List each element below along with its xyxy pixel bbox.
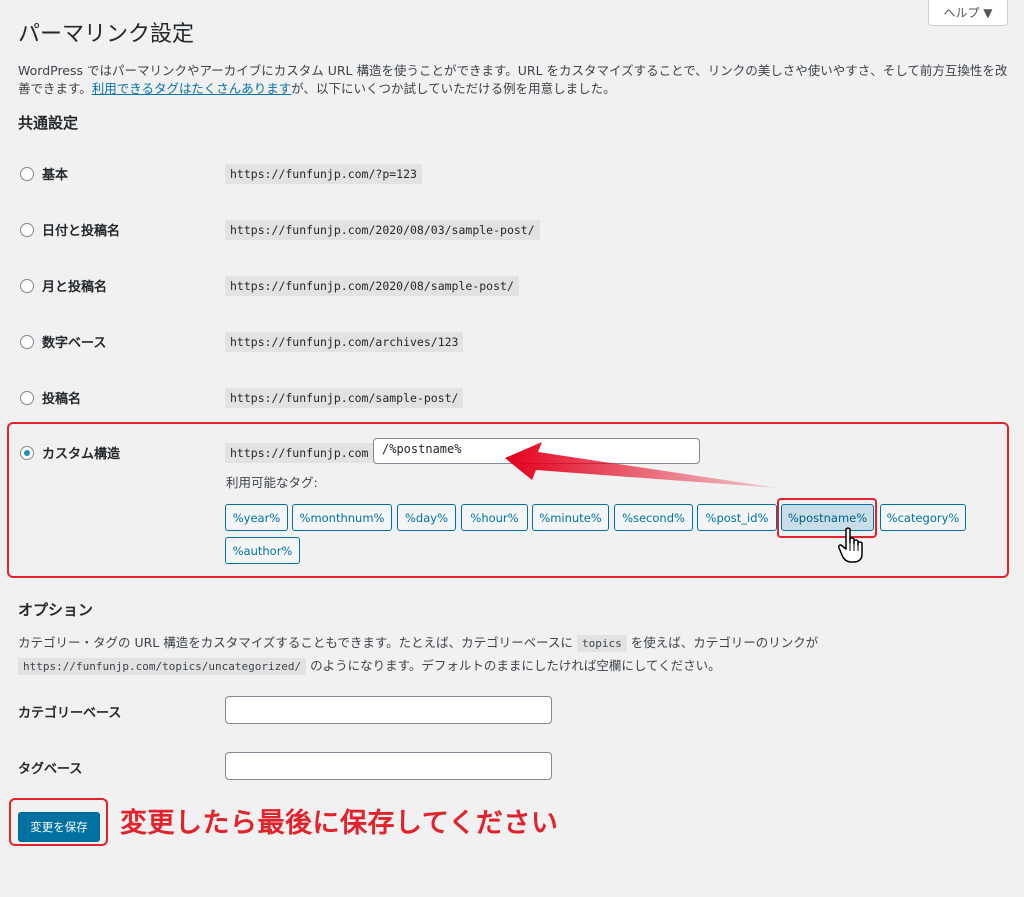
- radio-option-month-name[interactable]: 月と投稿名: [20, 276, 107, 295]
- page-title: パーマリンク設定: [18, 22, 195, 47]
- radio-label: カスタム構造: [42, 447, 121, 462]
- tag-button-category[interactable]: %category%: [880, 504, 966, 531]
- save-reminder-annotation: 変更したら最後に保存してください: [120, 808, 559, 839]
- hand-cursor-icon: [838, 527, 863, 563]
- permalink-example: https://funfunjp.com/sample-post/: [225, 388, 464, 408]
- radio-label: 数字ベース: [42, 336, 107, 351]
- radio-option-numeric[interactable]: 数字ベース: [20, 332, 106, 351]
- radio-button[interactable]: [20, 278, 34, 293]
- red-arrow-annotation: [505, 442, 778, 488]
- inline-code: https://funfunjp.com/topics/uncategorize…: [18, 658, 307, 675]
- help-button-label: ヘルプ ▼: [943, 6, 993, 20]
- save-changes-button[interactable]: 変更を保存: [18, 812, 100, 842]
- options-desc-text: カテゴリー・タグの URL 構造をカスタマイズすることもできます。たとえば、カテ…: [18, 635, 573, 650]
- tag-base-label: タグベース: [18, 762, 83, 777]
- available-tags-label: 利用可能なタグ:: [226, 475, 318, 490]
- available-tags-link[interactable]: 利用できるタグはたくさんあります: [92, 81, 292, 96]
- radio-option-custom[interactable]: カスタム構造: [20, 443, 120, 462]
- radio-label: 基本: [42, 168, 69, 183]
- options-description: カテゴリー・タグの URL 構造をカスタマイズすることもできます。たとえば、カテ…: [18, 632, 1008, 678]
- custom-base-url: https://funfunjp.com: [225, 443, 374, 463]
- options-desc-text: のようになります。デフォルトのままにしたければ空欄にしてください。: [310, 658, 721, 673]
- intro-text-part: が、以下にいくつか試していただける例を用意しました。: [291, 81, 616, 96]
- radio-button[interactable]: [20, 222, 34, 237]
- category-base-label: カテゴリーベース: [18, 706, 122, 721]
- radio-button-checked[interactable]: [20, 445, 34, 460]
- radio-button[interactable]: [20, 390, 34, 405]
- tag-button-hour[interactable]: %hour%: [461, 504, 528, 531]
- tag-button-post-id[interactable]: %post_id%: [697, 504, 777, 531]
- radio-label: 投稿名: [42, 392, 82, 407]
- options-heading: オプション: [18, 601, 94, 619]
- tag-button-author[interactable]: %author%: [225, 537, 300, 564]
- inline-code: topics: [576, 635, 627, 652]
- permalink-example: https://funfunjp.com/?p=123: [225, 164, 422, 184]
- tag-button-monthnum[interactable]: %monthnum%: [292, 504, 392, 531]
- tag-button-year[interactable]: %year%: [225, 504, 288, 531]
- tag-button-second[interactable]: %second%: [614, 504, 693, 531]
- radio-option-day-name[interactable]: 日付と投稿名: [20, 220, 120, 239]
- tag-button-day[interactable]: %day%: [397, 504, 456, 531]
- radio-button[interactable]: [20, 166, 34, 181]
- tag-button-minute[interactable]: %minute%: [532, 504, 609, 531]
- radio-label: 月と投稿名: [42, 280, 108, 295]
- options-desc-text: を使えば、カテゴリーのリンクが: [630, 635, 819, 650]
- radio-label: 日付と投稿名: [42, 224, 121, 239]
- tag-base-input[interactable]: [225, 752, 552, 780]
- common-settings-heading: 共通設定: [18, 114, 79, 132]
- permalink-example: https://funfunjp.com/archives/123: [225, 332, 464, 352]
- permalink-example: https://funfunjp.com/2020/08/03/sample-p…: [225, 220, 540, 240]
- radio-option-plain[interactable]: 基本: [20, 164, 68, 183]
- category-base-input[interactable]: [225, 696, 552, 724]
- radio-option-post-name[interactable]: 投稿名: [20, 388, 81, 407]
- help-button[interactable]: ヘルプ ▼: [928, 0, 1008, 26]
- intro-text: WordPress ではパーマリンクやアーカイブにカスタム URL 構造を使うこ…: [18, 62, 1013, 98]
- radio-button[interactable]: [20, 334, 34, 349]
- permalink-example: https://funfunjp.com/2020/08/sample-post…: [225, 276, 519, 296]
